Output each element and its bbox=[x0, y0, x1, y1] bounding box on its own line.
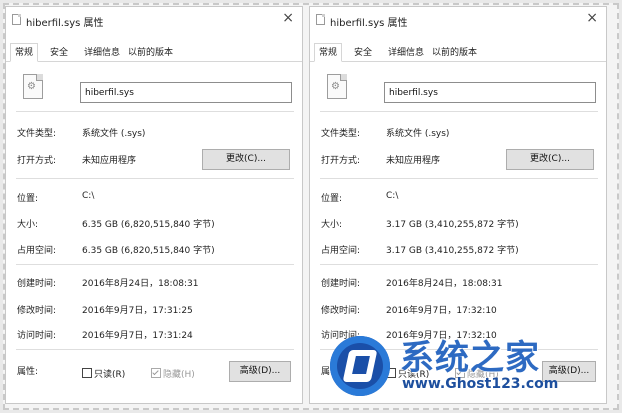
location-value: C:\ bbox=[386, 191, 399, 201]
location-label: 位置: bbox=[17, 194, 39, 204]
document-icon bbox=[12, 14, 21, 25]
modified-label: 修改时间: bbox=[17, 306, 57, 316]
tab-security[interactable]: 安全 bbox=[46, 46, 72, 61]
open-with-value: 未知应用程序 bbox=[386, 156, 441, 166]
created-label: 创建时间: bbox=[321, 279, 361, 289]
watermark-brand: 系统之家 bbox=[400, 338, 540, 378]
filename-input[interactable] bbox=[384, 82, 596, 103]
readonly-checkbox[interactable]: 只读(R) bbox=[82, 367, 125, 380]
tab-details[interactable]: 详细信息 bbox=[384, 46, 428, 61]
size-label: 大小: bbox=[321, 220, 343, 230]
location-label: 位置: bbox=[321, 194, 343, 204]
divider bbox=[320, 264, 598, 265]
title-bar: hiberfil.sys 属性 × bbox=[6, 7, 302, 31]
tab-security[interactable]: 安全 bbox=[350, 46, 376, 61]
window-title: hiberfil.sys 属性 bbox=[26, 18, 104, 29]
general-pane: ⚙ 文件类型: 系统文件 (.sys) 打开方式: 未知应用程序 更改(C)..… bbox=[6, 62, 302, 403]
created-value: 2016年8月24日，18:08:31 bbox=[386, 279, 503, 289]
tab-strip: 常规 安全 详细信息 以前的版本 bbox=[310, 43, 606, 62]
watermark-url: www.Ghost123.com bbox=[402, 376, 559, 392]
readonly-label: 只读(R) bbox=[94, 370, 126, 380]
open-with-label: 打开方式: bbox=[321, 156, 361, 166]
size-value: 6.35 GB (6,820,515,840 字节) bbox=[82, 220, 215, 230]
change-button[interactable]: 更改(C)... bbox=[506, 149, 594, 170]
file-icon: ⚙ bbox=[23, 74, 43, 99]
tab-previous-versions[interactable]: 以前的版本 bbox=[124, 46, 177, 61]
close-icon[interactable]: × bbox=[282, 10, 294, 26]
divider bbox=[16, 111, 294, 112]
modified-value: 2016年9月7日，17:32:10 bbox=[386, 306, 497, 316]
properties-dialog-left: hiberfil.sys 属性 × 常规 安全 详细信息 以前的版本 ⚙ 文件类… bbox=[5, 6, 303, 404]
tab-details[interactable]: 详细信息 bbox=[80, 46, 124, 61]
divider bbox=[320, 178, 598, 179]
tab-general[interactable]: 常规 bbox=[10, 43, 39, 62]
size-on-disk-value: 3.17 GB (3,410,255,872 字节) bbox=[386, 246, 519, 256]
open-with-label: 打开方式: bbox=[17, 156, 57, 166]
checkbox-icon bbox=[82, 368, 92, 378]
filename-input[interactable] bbox=[80, 82, 292, 103]
size-on-disk-label: 占用空间: bbox=[17, 246, 57, 256]
watermark: 系统之家 www.Ghost123.com bbox=[330, 330, 616, 402]
created-value: 2016年8月24日，18:08:31 bbox=[82, 279, 199, 289]
file-type-label: 文件类型: bbox=[17, 129, 57, 139]
gear-icon: ⚙ bbox=[27, 81, 36, 92]
checkbox-icon bbox=[151, 368, 161, 378]
tab-strip: 常规 安全 详细信息 以前的版本 bbox=[6, 43, 302, 62]
hidden-checkbox: 隐藏(H) bbox=[151, 367, 195, 380]
size-value: 3.17 GB (3,410,255,872 字节) bbox=[386, 220, 519, 230]
close-icon[interactable]: × bbox=[586, 10, 598, 26]
attributes-label: 属性: bbox=[17, 367, 39, 377]
watermark-logo-icon bbox=[330, 336, 390, 396]
title-bar: hiberfil.sys 属性 × bbox=[310, 7, 606, 31]
change-button[interactable]: 更改(C)... bbox=[202, 149, 290, 170]
divider bbox=[16, 178, 294, 179]
accessed-label: 访问时间: bbox=[17, 331, 57, 341]
window-title: hiberfil.sys 属性 bbox=[330, 18, 408, 29]
divider bbox=[16, 264, 294, 265]
divider bbox=[320, 111, 598, 112]
file-type-value: 系统文件 (.sys) bbox=[82, 129, 146, 139]
size-label: 大小: bbox=[17, 220, 39, 230]
location-value: C:\ bbox=[82, 191, 95, 201]
size-on-disk-value: 6.35 GB (6,820,515,840 字节) bbox=[82, 246, 215, 256]
tab-general[interactable]: 常规 bbox=[314, 43, 343, 62]
gear-icon: ⚙ bbox=[331, 81, 340, 92]
size-on-disk-label: 占用空间: bbox=[321, 246, 361, 256]
open-with-value: 未知应用程序 bbox=[82, 156, 137, 166]
tab-previous-versions[interactable]: 以前的版本 bbox=[428, 46, 481, 61]
file-type-label: 文件类型: bbox=[321, 129, 361, 139]
advanced-button[interactable]: 高级(D)... bbox=[229, 361, 291, 382]
document-icon bbox=[316, 14, 325, 25]
created-label: 创建时间: bbox=[17, 279, 57, 289]
accessed-value: 2016年9月7日，17:31:24 bbox=[82, 331, 193, 341]
divider bbox=[16, 349, 294, 350]
modified-value: 2016年9月7日，17:31:25 bbox=[82, 306, 193, 316]
file-icon: ⚙ bbox=[327, 74, 347, 99]
hidden-label: 隐藏(H) bbox=[163, 370, 195, 380]
file-type-value: 系统文件 (.sys) bbox=[386, 129, 450, 139]
modified-label: 修改时间: bbox=[321, 306, 361, 316]
